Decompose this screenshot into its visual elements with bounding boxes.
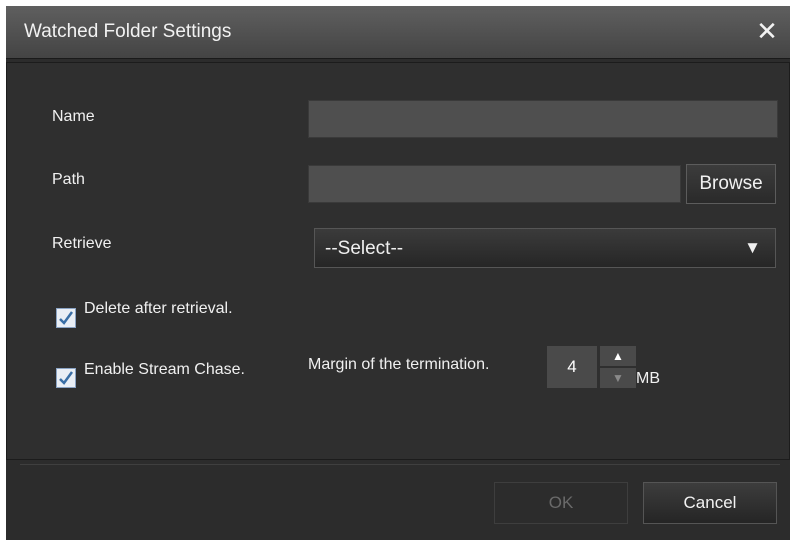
title-bar: Watched Folder Settings ✕ (6, 6, 790, 59)
delete-after-retrieval-label: Delete after retrieval. (84, 300, 233, 317)
watched-folder-settings-dialog: Watched Folder Settings ✕ Name Path Brow… (6, 6, 790, 540)
path-label: Path (52, 171, 85, 188)
ok-button[interactable]: OK (494, 482, 628, 524)
margin-unit-label: MB (636, 370, 660, 387)
retrieve-selected-value: --Select-- (325, 238, 404, 259)
stepper-up-button[interactable]: ▲ (600, 346, 636, 366)
name-input[interactable] (308, 100, 778, 138)
browse-button[interactable]: Browse (686, 164, 776, 204)
arrow-down-icon: ▼ (612, 371, 624, 385)
checkmark-icon (59, 311, 74, 325)
arrow-up-icon: ▲ (612, 349, 624, 363)
name-label: Name (52, 108, 95, 125)
delete-after-retrieval-checkbox[interactable] (56, 308, 76, 328)
enable-stream-chase-label: Enable Stream Chase. (84, 361, 245, 378)
margin-label: Margin of the termination. (308, 356, 490, 373)
checkmark-icon (59, 371, 74, 385)
close-icon: ✕ (756, 16, 778, 46)
cancel-button[interactable]: Cancel (643, 482, 777, 524)
chevron-down-icon: ▼ (744, 238, 761, 257)
stepper-down-button[interactable]: ▼ (600, 368, 636, 388)
footer-divider (20, 464, 780, 465)
close-button[interactable]: ✕ (752, 16, 782, 46)
enable-stream-chase-checkbox[interactable] (56, 368, 76, 388)
retrieve-dropdown[interactable]: --Select-- ▼ (314, 228, 776, 268)
path-input[interactable] (308, 165, 681, 203)
margin-value-input[interactable]: 4 (547, 346, 597, 388)
retrieve-label: Retrieve (52, 235, 112, 252)
dialog-title: Watched Folder Settings (24, 21, 232, 42)
